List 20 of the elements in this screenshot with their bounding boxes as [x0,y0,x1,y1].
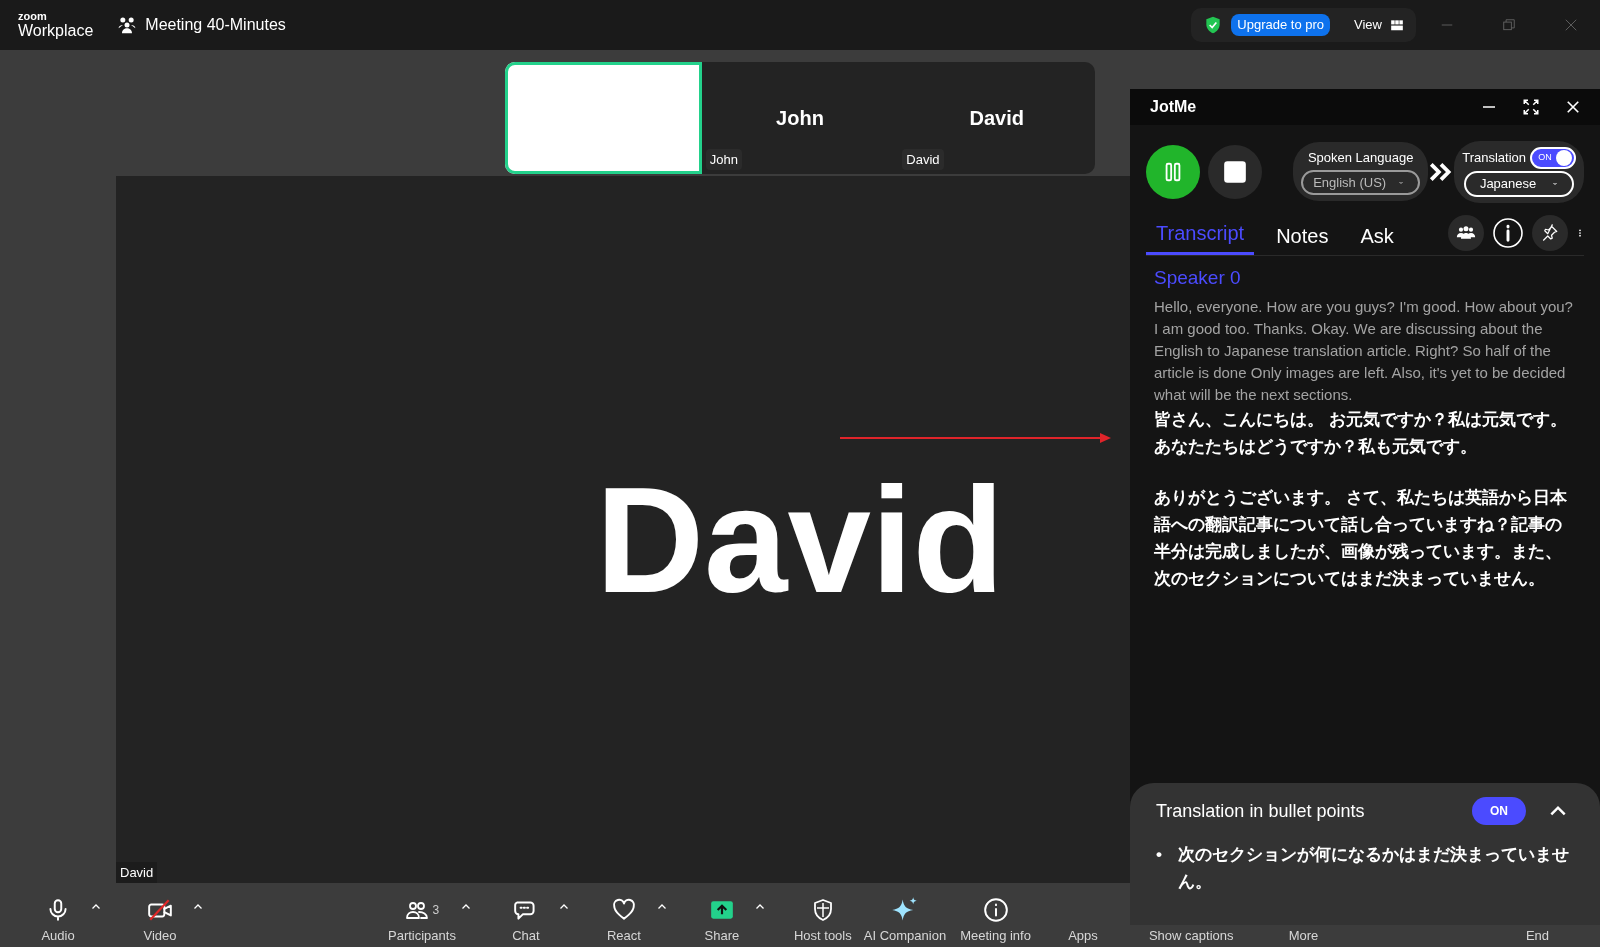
field-label: Spoken Language [1307,149,1414,168]
name-label: David [116,861,158,883]
bullet-item: 次のセクションが何になるかはまだ決まっていません。 [1177,844,1570,893]
meeting-title: Meeting 40-Minutes [145,15,286,35]
translation-text: 皆さん、こんにちは。 お元気ですか？私は元気です。あなたたちはどうですか？私も元気です。 [1154,409,1568,458]
participant-name: David [595,464,1005,615]
sheet-title: Translation in bullet points [1156,799,1365,823]
logo-text: zoom [18,10,48,22]
logo-text: Workplace [18,21,94,40]
bullet-marker: • [1156,844,1162,866]
speaker-name: Speaker 0 [1154,265,1242,290]
transcript-text: Hello, everyone. How are you guys? I'm good. How about you? I am good too. Thanks. Okay. We are discussing about the English to Japanese translation article. Right? So half of the article is done Only images are left. Also, it's yet to be decided what will be the next sections. [1154,297,1574,405]
panel-title: JotMe [1150,97,1197,117]
field-label: Translation [1462,149,1526,168]
translation-text: ありがとうございます。 さて、私たちは英語から日本語への翻訳記事について話し合っていますね？記事の半分は完成しましたが、画像が残っています。また、次のセクションについてはまだ決まっていません。 [1154,487,1568,590]
participant-count: 3 [432,901,440,919]
participant-name: David [969,106,1024,131]
name-label: David [902,148,944,170]
participant-name: John [776,106,824,131]
name-label: John [705,148,742,170]
